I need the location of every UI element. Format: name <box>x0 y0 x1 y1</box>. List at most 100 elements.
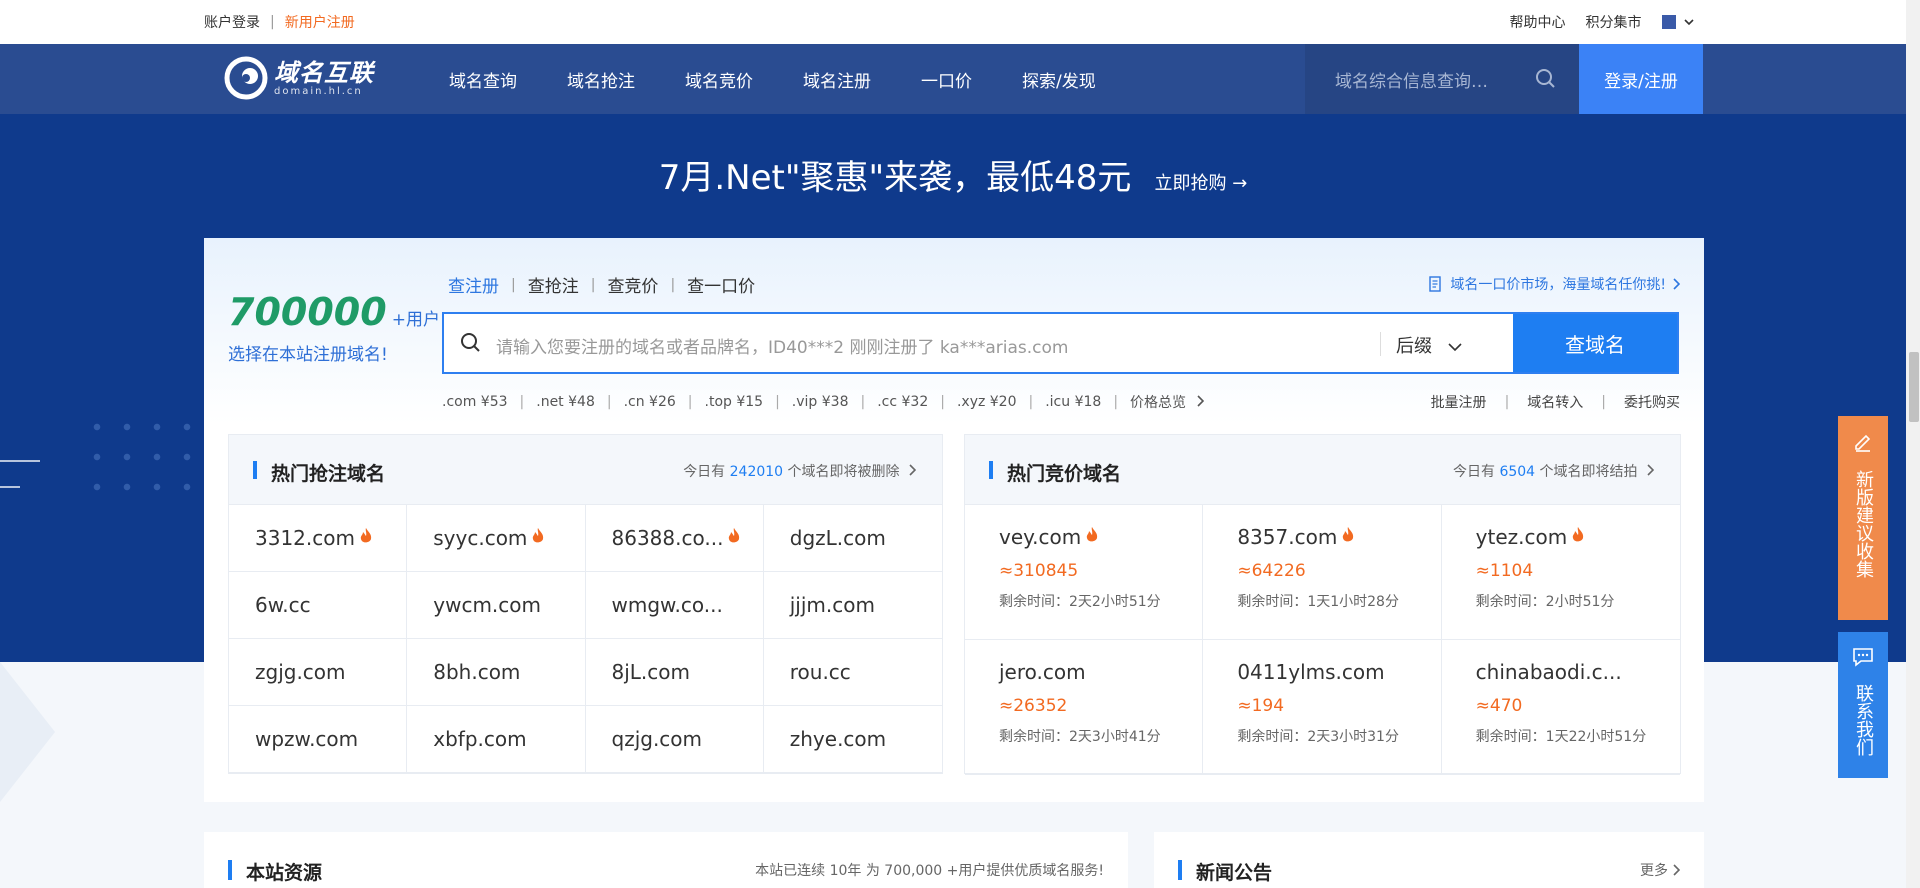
chevron-down-icon <box>1448 343 1462 352</box>
domain-name: ywcm.com <box>433 593 541 617</box>
fixed-price-market-link[interactable]: 域名一口价市场，海量域名任你挑! <box>1428 274 1680 294</box>
logo-name: 域名互联 <box>274 58 374 87</box>
nav-item-explore[interactable]: 探索/发现 <box>997 67 1121 92</box>
nav-item-register[interactable]: 域名注册 <box>778 67 896 92</box>
divider: | <box>1601 394 1606 410</box>
domain-name: qzjg.com <box>611 727 703 751</box>
tab-register[interactable]: 查注册 <box>448 272 499 297</box>
auction-domain-item[interactable]: ytez.com ≈1104 剩余时间：2小时51分 <box>1441 505 1680 640</box>
auction-domain-item[interactable]: 8357.com ≈64226 剩余时间：1天1小时28分 <box>1203 505 1442 640</box>
auction-domain-item[interactable]: vey.com ≈310845 剩余时间：2天2小时51分 <box>965 505 1204 640</box>
tab-fixed-price[interactable]: 查一口价 <box>687 272 755 297</box>
contact-label: 联系我们 <box>1853 684 1874 756</box>
login-register-button[interactable]: 登录/注册 <box>1579 44 1703 114</box>
backorder-domain-item[interactable]: ywcm.com <box>407 572 586 639</box>
search-domain-button[interactable]: 查域名 <box>1513 314 1677 372</box>
help-center-link[interactable]: 帮助中心 <box>1510 12 1566 32</box>
backorder-domain-item[interactable]: 8jL.com <box>585 639 764 706</box>
tab-divider: | <box>511 276 516 293</box>
scrollbar-thumb[interactable] <box>1909 352 1919 422</box>
backorder-domain-grid: 3312.com syyc.com 86388.co... dgzL.com 6w.cc… <box>229 505 942 773</box>
backorder-domain-item[interactable]: jjjm.com <box>763 572 942 639</box>
section-info: 本站已连续 10年 为 700,000 +用户提供优质域名服务! <box>755 863 1104 879</box>
edit-icon <box>1855 434 1871 452</box>
fire-icon <box>1085 525 1099 549</box>
domain-name: wpzw.com <box>255 727 359 751</box>
domain-name: zgjg.com <box>255 660 346 684</box>
backorder-domain-item[interactable]: dgzL.com <box>763 505 942 572</box>
nav-item-domain-query[interactable]: 域名查询 <box>424 67 542 92</box>
auction-domain-item[interactable]: jero.com ≈26352 剩余时间：2天3小时41分 <box>965 640 1204 775</box>
nav-menu: 域名查询 域名抢注 域名竞价 域名注册 一口价 探索/发现 <box>424 44 1121 114</box>
nav-item-backorder[interactable]: 域名抢注 <box>542 67 660 92</box>
divider: | <box>1504 394 1510 410</box>
price-xyz[interactable]: .xyz ¥20 <box>957 394 1017 410</box>
auction-domain-item[interactable]: 0411ylms.com ≈194 剩余时间：2天3小时31分 <box>1203 640 1442 775</box>
info-prefix: 今日有 <box>1453 464 1495 480</box>
price-net[interactable]: .net ¥48 <box>536 394 595 410</box>
points-market-link[interactable]: 积分集市 <box>1586 12 1642 32</box>
panel-info-link[interactable]: 今日有 242010 个域名即将被删除 <box>683 461 917 481</box>
language-selector[interactable] <box>1661 14 1694 30</box>
domain-name: 8357.com <box>1237 525 1338 549</box>
backorder-domain-item[interactable]: wmgw.co... <box>585 572 764 639</box>
backorder-domain-item[interactable]: 86388.co... <box>585 505 764 572</box>
domain-name-row: ytez.com <box>1476 525 1680 549</box>
logo-subtitle: domain.hl.cn <box>274 85 363 97</box>
price-cc[interactable]: .cc ¥32 <box>877 394 928 410</box>
backorder-domain-item[interactable]: 8bh.com <box>407 639 586 706</box>
hot-backorder-panel: 热门抢注域名 今日有 242010 个域名即将被删除 3312.com syyc.… <box>228 434 943 774</box>
backorder-domain-item[interactable]: 3312.com <box>229 505 408 572</box>
divider: | <box>860 394 866 410</box>
panel-info-link[interactable]: 今日有 6504 个域名即将结拍 <box>1453 461 1655 481</box>
backorder-domain-item[interactable]: wpzw.com <box>229 706 408 773</box>
backorder-domain-item[interactable]: qzjg.com <box>585 706 764 773</box>
register-link[interactable]: 新用户注册 <box>285 12 355 32</box>
feedback-button[interactable]: 新版建议收集 <box>1838 416 1888 620</box>
nav-item-fixed-price[interactable]: 一口价 <box>896 67 997 92</box>
backorder-domain-item[interactable]: syyc.com <box>407 505 586 572</box>
tab-backorder[interactable]: 查抢注 <box>528 272 579 297</box>
fire-icon <box>359 526 373 550</box>
backorder-domain-item[interactable]: rou.cc <box>763 639 942 706</box>
backorder-domain-item[interactable]: xbfp.com <box>407 706 586 773</box>
backorder-domain-item[interactable]: zhye.com <box>763 706 942 773</box>
current-price: ≈1104 <box>1475 561 1534 581</box>
promo-buy-link[interactable]: 立即抢购 → <box>1154 173 1247 194</box>
nav-item-auction[interactable]: 域名竞价 <box>660 67 778 92</box>
domain-name-row: vey.com <box>999 525 1202 549</box>
domain-search-box: 请输入您要注册的域名或者品牌名，ID40***2 刚刚注册了 ka***aria… <box>442 312 1679 374</box>
decorative-line <box>0 460 40 462</box>
hot-auction-panel: 热门竞价域名 今日有 6504 个域名即将结拍 vey.com ≈310845 剩余… <box>964 434 1681 775</box>
title-accent <box>1178 860 1182 880</box>
price-icu[interactable]: .icu ¥18 <box>1045 394 1101 410</box>
entrust-purchase-link[interactable]: 委托购买 <box>1624 392 1680 412</box>
chevron-down-icon <box>1684 19 1694 26</box>
login-link[interactable]: 账户登录 <box>204 12 260 32</box>
price-cn[interactable]: .cn ¥26 <box>624 394 676 410</box>
backorder-domain-item[interactable]: 6w.cc <box>229 572 408 639</box>
domain-transfer-link[interactable]: 域名转入 <box>1527 392 1583 412</box>
price-com[interactable]: .com ¥53 <box>442 394 508 410</box>
domain-search-input[interactable]: 请输入您要注册的域名或者品牌名，ID40***2 刚刚注册了 ka***aria… <box>496 333 1068 358</box>
domain-name: dgzL.com <box>789 526 886 550</box>
price-vip[interactable]: .vip ¥38 <box>792 394 849 410</box>
search-icon[interactable] <box>1535 68 1557 90</box>
quick-links: 批量注册 | 域名转入 | 委托购买 <box>1431 392 1680 412</box>
domain-name: jero.com <box>999 660 1086 684</box>
price-overview-link[interactable]: 价格总览 <box>1130 392 1205 412</box>
domain-name-row: 0411ylms.com <box>1237 660 1440 684</box>
contact-us-button[interactable]: 联系我们 <box>1838 632 1888 778</box>
auction-domain-item[interactable]: chinabaodi.c... ≈470 剩余时间：1天22小时51分 <box>1441 640 1680 775</box>
decorative-triangle <box>0 662 55 802</box>
suffix-dropdown[interactable]: 后缀 <box>1396 332 1462 358</box>
nav-search-input[interactable]: 域名综合信息查询… <box>1305 44 1579 114</box>
scrollbar[interactable] <box>1906 0 1920 888</box>
tab-auction[interactable]: 查竞价 <box>607 272 658 297</box>
news-more-link[interactable]: 更多 <box>1640 860 1680 880</box>
price-top[interactable]: .top ¥15 <box>705 394 764 410</box>
logo[interactable]: 域名互联 domain.hl.cn <box>224 56 374 100</box>
bulk-register-link[interactable]: 批量注册 <box>1431 392 1487 412</box>
divider: | <box>775 394 780 410</box>
backorder-domain-item[interactable]: zgjg.com <box>229 639 408 706</box>
